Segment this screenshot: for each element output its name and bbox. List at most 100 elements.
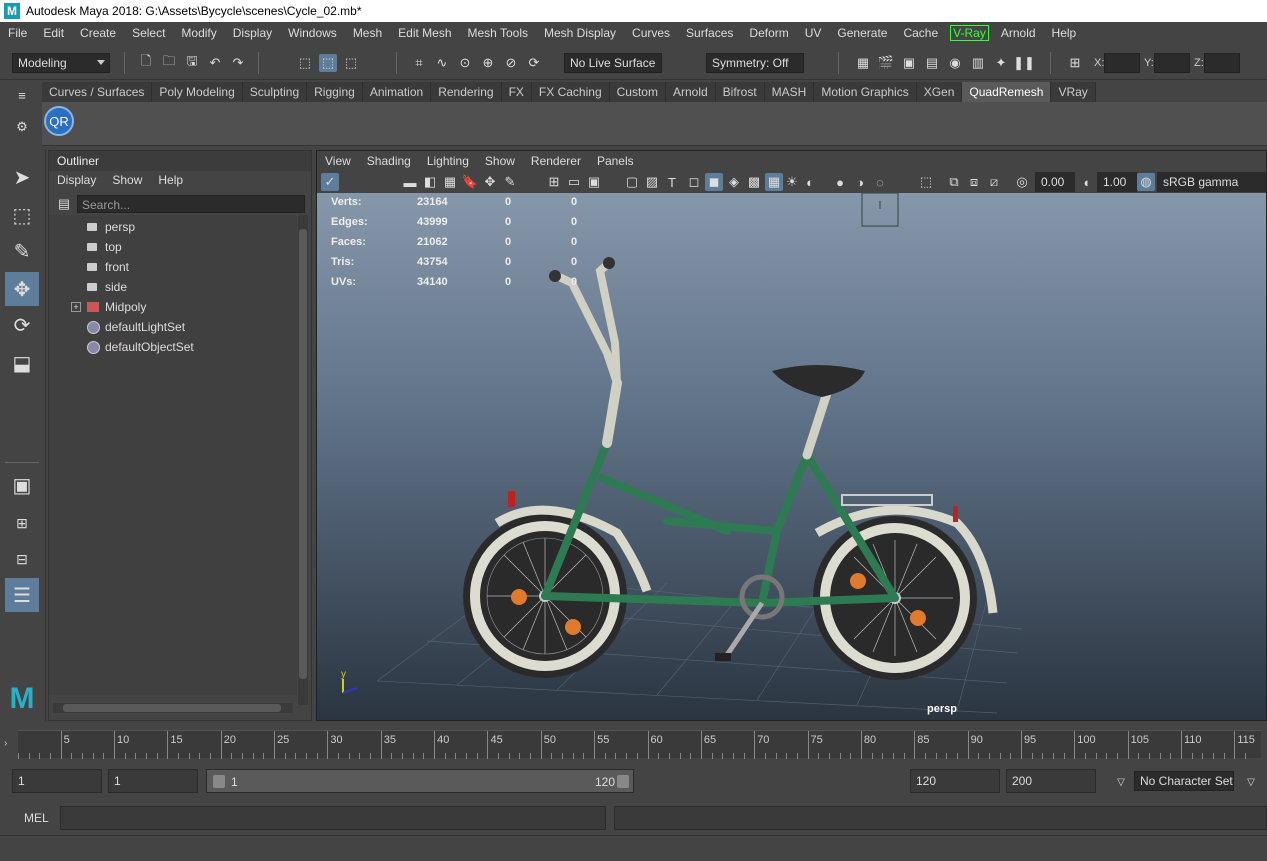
redo-icon[interactable]: ↷ bbox=[229, 54, 247, 72]
outliner-item-midpoly[interactable]: + Midpoly bbox=[49, 297, 297, 317]
isolate-select-icon[interactable]: ⬚ bbox=[917, 173, 935, 191]
save-scene-icon[interactable]: 🖫 bbox=[183, 53, 201, 72]
viewport-menu-view[interactable]: View bbox=[317, 154, 359, 168]
select-tool-icon[interactable]: ➤ bbox=[5, 160, 39, 194]
shelf-tab-mash[interactable]: MASH bbox=[764, 82, 815, 102]
shelf-tab-rigging[interactable]: Rigging bbox=[307, 82, 363, 102]
menu-edit-mesh[interactable]: Edit Mesh bbox=[390, 26, 459, 40]
shelf-menu-icon[interactable]: ≡ bbox=[13, 86, 31, 104]
film-gate-icon[interactable]: ▭ bbox=[565, 173, 583, 191]
viewport-menu-show[interactable]: Show bbox=[477, 154, 523, 168]
range-bar[interactable]: 1 120 bbox=[206, 769, 634, 793]
exposure-field[interactable]: 0.00 bbox=[1035, 172, 1075, 192]
outliner-horizontal-scrollbar[interactable] bbox=[53, 703, 293, 713]
shelf-tab-arnold[interactable]: Arnold bbox=[665, 82, 716, 102]
render-sequence-icon[interactable]: ▥ bbox=[969, 54, 987, 72]
safe-action-icon[interactable]: ▨ bbox=[643, 173, 661, 191]
snap-surface-icon[interactable]: ⊘ bbox=[502, 54, 520, 72]
viewport-menu-panels[interactable]: Panels bbox=[589, 154, 642, 168]
outliner-item-side[interactable]: side bbox=[49, 277, 297, 297]
wireframe-on-shaded-icon[interactable]: ◈ bbox=[725, 173, 743, 191]
vray-render-icon[interactable]: ✦ bbox=[992, 54, 1010, 72]
menuset-dropdown[interactable]: Modeling bbox=[12, 53, 110, 73]
2d-pan-icon[interactable]: ✥ bbox=[481, 173, 499, 191]
outliner-menu-show[interactable]: Show bbox=[104, 171, 150, 189]
scene-end-field[interactable]: 200 bbox=[1006, 769, 1096, 793]
multisample-icon[interactable]: ◑ bbox=[851, 173, 869, 191]
x-field[interactable] bbox=[1104, 53, 1140, 73]
menu-uv[interactable]: UV bbox=[797, 26, 830, 40]
smooth-shade-icon[interactable]: ◼ bbox=[705, 173, 723, 191]
shelf-tab-sculpting[interactable]: Sculpting bbox=[242, 82, 308, 102]
z-field[interactable] bbox=[1204, 53, 1240, 73]
open-scene-icon[interactable]: 🗀 bbox=[160, 53, 178, 72]
character-set-menu-icon[interactable]: ▽ bbox=[1112, 773, 1130, 791]
menu-select[interactable]: Select bbox=[124, 26, 173, 40]
outliner-item-top[interactable]: top bbox=[49, 237, 297, 257]
pause-render-icon[interactable]: ❚❚ bbox=[1013, 54, 1035, 72]
shelf-settings-icon[interactable]: ⚙ bbox=[13, 118, 31, 136]
undo-icon[interactable]: ↶ bbox=[206, 54, 224, 72]
xray-icon[interactable]: ⧉ bbox=[945, 173, 963, 191]
menu-surfaces[interactable]: Surfaces bbox=[678, 26, 741, 40]
menu-deform[interactable]: Deform bbox=[741, 26, 796, 40]
menu-help[interactable]: Help bbox=[1044, 26, 1085, 40]
menu-mesh-display[interactable]: Mesh Display bbox=[536, 26, 624, 40]
character-set-dropdown[interactable]: No Character Set bbox=[1134, 771, 1234, 791]
anim-prefs-icon[interactable]: ▽ bbox=[1242, 773, 1260, 791]
viewport-menu-renderer[interactable]: Renderer bbox=[523, 154, 589, 168]
menu-create[interactable]: Create bbox=[72, 26, 124, 40]
menu-display[interactable]: Display bbox=[225, 26, 280, 40]
expand-icon[interactable]: + bbox=[71, 302, 81, 312]
gamma-icon[interactable]: ◖ bbox=[1077, 173, 1095, 191]
render-view-icon[interactable]: ▤ bbox=[923, 54, 941, 72]
grid-toggle-icon[interactable]: ⊞ bbox=[545, 173, 563, 191]
shelf-tab-curves-surfaces[interactable]: Curves / Surfaces bbox=[42, 82, 153, 102]
motion-blur-icon[interactable]: ● bbox=[831, 173, 849, 191]
range-start-handle[interactable] bbox=[213, 775, 225, 788]
snap-grid-icon[interactable]: ⌗ bbox=[410, 54, 428, 72]
snap-view-icon[interactable]: ⊕ bbox=[479, 54, 497, 72]
y-field[interactable] bbox=[1154, 53, 1190, 73]
menu-v-ray[interactable]: V-Ray bbox=[950, 25, 989, 41]
outliner-item-front[interactable]: front bbox=[49, 257, 297, 277]
hypershade-icon[interactable]: ◉ bbox=[946, 54, 964, 72]
wireframe-icon[interactable]: ◻ bbox=[685, 173, 703, 191]
shelf-tab-fx[interactable]: FX bbox=[501, 82, 532, 102]
use-all-lights-icon[interactable]: ▦ bbox=[765, 173, 783, 191]
ipr-render-icon[interactable]: ▣ bbox=[900, 54, 918, 72]
outliner-item-persp[interactable]: persp bbox=[49, 217, 297, 237]
range-end-handle[interactable] bbox=[617, 775, 629, 788]
command-input[interactable] bbox=[60, 806, 606, 830]
color-management-icon[interactable]: ◍ bbox=[1137, 173, 1155, 191]
textured-icon[interactable]: ▩ bbox=[745, 173, 763, 191]
quadremesh-button[interactable]: QR bbox=[44, 106, 74, 136]
menu-windows[interactable]: Windows bbox=[280, 26, 345, 40]
paint-select-tool-icon[interactable]: ✎ bbox=[5, 234, 39, 268]
shelf-tab-motion-graphics[interactable]: Motion Graphics bbox=[814, 82, 917, 102]
grease-pencil-icon[interactable]: ✎ bbox=[501, 173, 519, 191]
viewport-menu-shading[interactable]: Shading bbox=[359, 154, 419, 168]
shelf-tab-vray[interactable]: VRay bbox=[1051, 82, 1096, 102]
select-hierarchy-icon[interactable]: ⬚ bbox=[296, 54, 314, 72]
playback-start-field[interactable]: 1 bbox=[108, 769, 198, 793]
shelf-tab-poly-modeling[interactable]: Poly Modeling bbox=[152, 82, 243, 102]
shadows-icon[interactable]: ☀ bbox=[783, 173, 801, 191]
outliner-vertical-scrollbar[interactable] bbox=[298, 215, 308, 705]
menu-generate[interactable]: Generate bbox=[829, 26, 895, 40]
menu-cache[interactable]: Cache bbox=[895, 26, 946, 40]
safe-title-icon[interactable]: T bbox=[663, 173, 681, 191]
outliner-menu-help[interactable]: Help bbox=[150, 171, 191, 189]
select-component-icon[interactable]: ⬚ bbox=[342, 54, 360, 72]
menu-mesh[interactable]: Mesh bbox=[345, 26, 390, 40]
scene-start-field[interactable]: 1 bbox=[12, 769, 102, 793]
outliner-filter-icon[interactable]: ▤ bbox=[55, 195, 73, 213]
menu-edit[interactable]: Edit bbox=[35, 26, 72, 40]
two-view-icon[interactable]: ⊟ bbox=[5, 542, 39, 576]
select-camera-icon[interactable]: ✓ bbox=[321, 173, 339, 191]
playback-end-field[interactable]: 120 bbox=[910, 769, 1000, 793]
snap-curve-icon[interactable]: ∿ bbox=[433, 54, 451, 72]
rotate-tool-icon[interactable]: ⟳ bbox=[5, 308, 39, 342]
symmetry-dropdown[interactable]: Symmetry: Off bbox=[706, 53, 804, 73]
view-transform-field[interactable]: sRGB gamma bbox=[1157, 172, 1266, 192]
